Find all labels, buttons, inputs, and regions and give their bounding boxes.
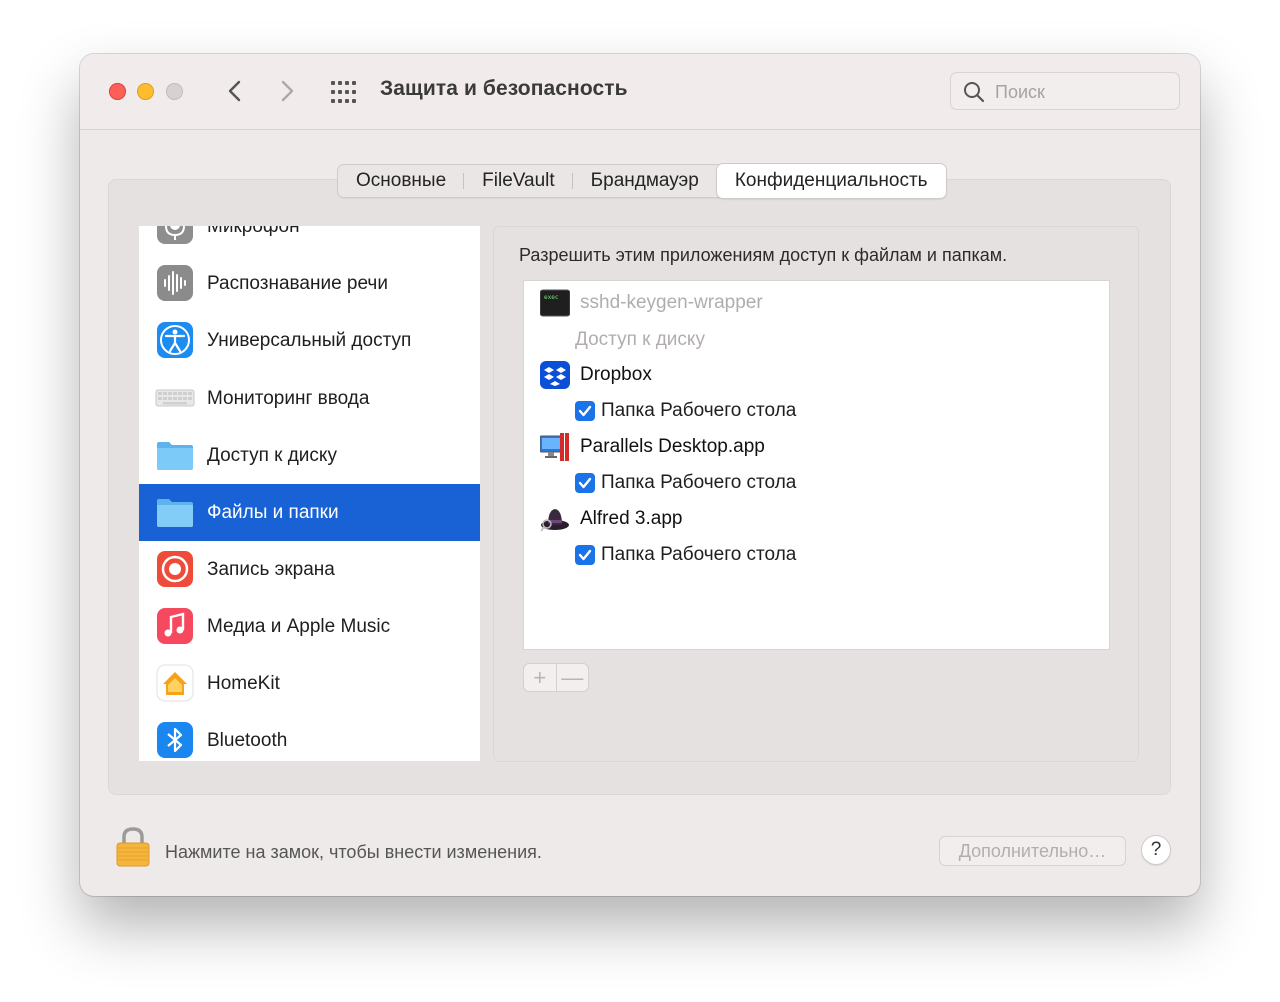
zoom-button[interactable] xyxy=(166,83,183,100)
sidebar-item-bluetooth[interactable]: Bluetooth xyxy=(139,712,480,761)
sidebar-item-microphone[interactable]: Микрофон xyxy=(139,226,480,255)
folder-icon xyxy=(157,499,193,527)
lock-icon[interactable] xyxy=(114,826,152,868)
tab-privacy[interactable]: Конфиденциальность xyxy=(716,164,946,198)
speech-recognition-icon xyxy=(157,265,193,301)
keyboard-icon xyxy=(155,389,195,407)
help-button[interactable]: ? xyxy=(1141,835,1171,865)
advanced-button[interactable]: Дополнительно… xyxy=(939,836,1126,866)
music-note-icon xyxy=(157,608,193,644)
microphone-icon xyxy=(157,226,193,244)
sidebar-item-input-monitoring[interactable]: Мониторинг ввода xyxy=(139,370,480,427)
desktop-folder-checkbox[interactable] xyxy=(575,545,595,565)
sidebar-item-label: Файлы и папки xyxy=(207,501,339,523)
sidebar-item-homekit[interactable]: HomeKit xyxy=(139,655,480,712)
search-field[interactable] xyxy=(950,72,1180,110)
show-all-button[interactable] xyxy=(330,81,358,103)
permission-label: Доступ к диску xyxy=(575,329,705,350)
folder-icon xyxy=(157,442,193,470)
sidebar-item-label: HomeKit xyxy=(207,672,280,694)
chevron-right-icon xyxy=(281,80,294,102)
tab-general[interactable]: Основные xyxy=(338,165,465,197)
add-app-button[interactable]: + xyxy=(524,664,557,691)
permissions-heading: Разрешить этим приложениям доступ к файл… xyxy=(519,245,1008,265)
home-icon xyxy=(156,664,194,702)
checkmark-icon xyxy=(578,477,592,489)
sidebar-item-label: Доступ к диску xyxy=(207,444,337,466)
alfred-icon xyxy=(540,509,569,532)
app-name: sshd-keygen-wrapper xyxy=(580,292,763,313)
sidebar-item-files-and-folders[interactable]: Файлы и папки xyxy=(139,484,480,541)
permission-label: Папка Рабочего стола xyxy=(601,472,797,493)
sidebar-item-label: Медиа и Apple Music xyxy=(207,615,391,637)
tab-bar: Основные FileVault Брандмауэр Конфиденци… xyxy=(337,164,946,198)
search-icon xyxy=(964,82,985,103)
screen-recording-icon xyxy=(157,551,193,587)
sidebar-item-label: Распознавание речи xyxy=(207,272,388,294)
add-remove-control: + — xyxy=(523,663,589,692)
sidebar-item-media-apple-music[interactable]: Медиа и Apple Music xyxy=(139,598,480,655)
sidebar-item-label: Мониторинг ввода xyxy=(207,387,370,409)
app-name: Alfred 3.app xyxy=(580,508,683,529)
preferences-window: Защита и безопасность Основные FileVault… xyxy=(80,54,1200,896)
forward-button[interactable] xyxy=(272,76,302,106)
parallels-icon xyxy=(540,433,569,461)
desktop-folder-checkbox[interactable] xyxy=(575,401,595,421)
permission-label: Папка Рабочего стола xyxy=(601,544,797,565)
sidebar-item-screen-recording[interactable]: Запись экрана xyxy=(139,541,480,598)
title-bar: Защита и безопасность xyxy=(80,54,1200,130)
window-title: Защита и безопасность xyxy=(380,77,628,100)
grid-icon xyxy=(331,81,356,103)
checkmark-icon xyxy=(578,549,592,561)
sidebar-item-label: Запись экрана xyxy=(207,558,335,580)
app-name: Parallels Desktop.app xyxy=(580,436,765,457)
sidebar-item-disk-access[interactable]: Доступ к диску xyxy=(139,427,480,484)
chevron-left-icon xyxy=(228,80,241,102)
privacy-category-list[interactable]: Микрофон Распознавание речи Универсальны… xyxy=(139,226,480,761)
remove-app-button[interactable]: — xyxy=(557,664,589,691)
bluetooth-icon xyxy=(157,722,193,758)
permission-label: Папка Рабочего стола xyxy=(601,400,797,421)
sidebar-item-accessibility[interactable]: Универсальный доступ xyxy=(139,312,480,369)
sidebar-item-label: Bluetooth xyxy=(207,729,288,751)
svg-text:exec: exec xyxy=(544,294,559,301)
dropbox-icon xyxy=(540,361,570,389)
tab-filevault[interactable]: FileVault xyxy=(464,165,573,197)
app-permissions-list[interactable]: exec sshd-keygen-wrapper Доступ к диску … xyxy=(523,280,1110,650)
search-input[interactable] xyxy=(993,79,1177,105)
close-button[interactable] xyxy=(109,83,126,100)
minimize-button[interactable] xyxy=(137,83,154,100)
sidebar-item-label: Универсальный доступ xyxy=(207,329,412,351)
sidebar-item-speech-recognition[interactable]: Распознавание речи xyxy=(139,255,480,312)
desktop-folder-checkbox[interactable] xyxy=(575,473,595,493)
back-button[interactable] xyxy=(220,76,250,106)
sidebar-item-label: Микрофон xyxy=(207,226,300,237)
checkmark-icon xyxy=(578,405,592,417)
app-name: Dropbox xyxy=(580,364,652,385)
accessibility-icon xyxy=(157,322,193,358)
lock-hint: Нажмите на замок, чтобы внести изменения… xyxy=(165,842,542,862)
terminal-icon: exec xyxy=(540,289,570,317)
tab-firewall[interactable]: Брандмауэр xyxy=(573,165,717,197)
